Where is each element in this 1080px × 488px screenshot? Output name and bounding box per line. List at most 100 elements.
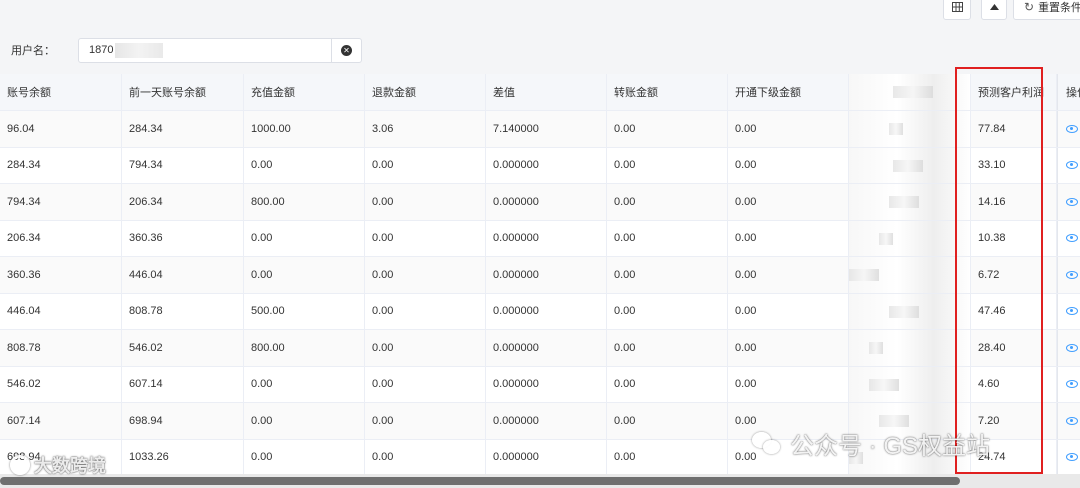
top-toolbar: ↻ 重置条件: [0, 0, 1080, 26]
table-cell: 546.02: [0, 366, 122, 402]
table-cell: 0.000000: [486, 293, 607, 329]
table-row: 546.02 607.14 0.00 0.00 0.000000 0.00 0.00 4.60: [0, 366, 1080, 403]
column-header[interactable]: 预测客户利润: [971, 74, 1057, 110]
table-cell: 0.00: [728, 366, 849, 402]
table-row: 808.78 546.02 800.00 0.00 0.000000 0.00 0.00 28…: [0, 330, 1080, 367]
table-header-row: 账号余额 前一天账号余额 充值金额 退款金额 差值 转账金额 开通下级金额 预测…: [0, 74, 1080, 111]
column-header[interactable]: 退款金额: [365, 74, 486, 110]
table-cell: 0.00: [607, 403, 728, 439]
view-eye-icon[interactable]: [1066, 453, 1078, 462]
row-actions: [1057, 147, 1080, 183]
caret-up-icon: [989, 4, 999, 10]
column-header[interactable]: 充值金额: [244, 74, 365, 110]
table-cell: 0.00: [244, 220, 365, 256]
username-label: 用户名：: [11, 45, 55, 57]
watermark-left-text: 大数跨境: [34, 456, 106, 476]
table-cell: 607.14: [122, 366, 244, 402]
view-eye-icon[interactable]: [1066, 380, 1078, 389]
grid-icon: [951, 2, 963, 12]
table-row: 206.34 360.36 0.00 0.00 0.000000 0.00 0.00 10.3…: [0, 220, 1080, 257]
table-cell: 206.34: [122, 184, 244, 220]
table-row: 96.04 284.34 1000.00 3.06 7.140000 0.00 0.00 77…: [0, 111, 1080, 148]
view-eye-icon[interactable]: [1066, 234, 1078, 243]
view-eye-icon[interactable]: [1066, 416, 1078, 425]
column-header-redacted: [849, 74, 971, 110]
redacted-blur: [893, 86, 933, 98]
table-cell: 0.00: [607, 111, 728, 147]
table-cell: 0.00: [365, 220, 486, 256]
reset-filters-button[interactable]: ↻ 重置条件: [1013, 0, 1080, 20]
table-cell: 698.94: [122, 403, 244, 439]
row-actions: [1057, 293, 1080, 329]
table-cell: 0.00: [607, 366, 728, 402]
column-header[interactable]: 转账金额: [607, 74, 728, 110]
redacted-blur: [889, 123, 903, 135]
table-cell: 7.140000: [486, 111, 607, 147]
table-cell: 0.00: [365, 147, 486, 183]
reset-filters-label: 重置条件: [1038, 2, 1080, 14]
table-cell: 14.16: [971, 184, 1057, 220]
column-header[interactable]: 前一天账号余额: [122, 74, 244, 110]
row-actions: [1057, 439, 1080, 475]
view-eye-icon[interactable]: [1066, 270, 1078, 279]
view-eye-icon[interactable]: [1066, 197, 1078, 206]
horizontal-scrollbar[interactable]: [0, 474, 1080, 488]
table-cell: 4.60: [971, 366, 1057, 402]
table-cell: 10.38: [971, 220, 1057, 256]
view-eye-icon[interactable]: [1066, 124, 1078, 133]
username-input-value: 1870: [89, 44, 114, 56]
redacted-blur: [869, 342, 883, 354]
table-cell: 0.00: [365, 184, 486, 220]
table-cell: 0.00: [728, 257, 849, 293]
table-cell: 0.000000: [486, 220, 607, 256]
table-cell: 206.34: [0, 220, 122, 256]
column-header[interactable]: 差值: [486, 74, 607, 110]
table-cell: 0.00: [607, 220, 728, 256]
table-row: 360.36 446.04 0.00 0.00 0.000000 0.00 0.00 6.72: [0, 257, 1080, 294]
table-cell: 0.00: [607, 293, 728, 329]
column-header[interactable]: 开通下级金额: [728, 74, 849, 110]
view-eye-icon[interactable]: [1066, 307, 1078, 316]
table-cell-redacted: [849, 257, 971, 293]
redacted-blur: [115, 43, 163, 58]
view-eye-icon[interactable]: [1066, 343, 1078, 352]
table-cell: 0.000000: [486, 147, 607, 183]
redacted-blur: [869, 378, 899, 391]
table-cell: 3.06: [365, 111, 486, 147]
table-cell-redacted: [849, 293, 971, 329]
table-cell: 0.00: [244, 439, 365, 475]
table-cell: 360.36: [0, 257, 122, 293]
scrollbar-thumb[interactable]: [0, 477, 960, 485]
admin-page: ↻ 重置条件 用户名： 1870 ✕ 账号余额 前一天账号余额 充值金额 退款金…: [0, 0, 1080, 488]
table-cell: 0.00: [607, 439, 728, 475]
table-cell: 808.78: [0, 330, 122, 366]
username-input[interactable]: 1870 ✕: [78, 38, 362, 63]
table-cell: 0.00: [365, 439, 486, 475]
table-cell: 0.00: [244, 403, 365, 439]
table-cell: 0.00: [728, 293, 849, 329]
row-actions: [1057, 184, 1080, 220]
view-eye-icon[interactable]: [1066, 161, 1078, 170]
table-cell: 0.00: [365, 257, 486, 293]
table-cell: 28.40: [971, 330, 1057, 366]
table-cell: 446.04: [0, 293, 122, 329]
grid-view-button[interactable]: [943, 0, 971, 20]
wechat-icon: [752, 431, 782, 456]
column-header[interactable]: 账号余额: [0, 74, 122, 110]
table-cell: 6.72: [971, 257, 1057, 293]
redacted-blur: [879, 232, 893, 245]
account-balance-table: 账号余额 前一天账号余额 充值金额 退款金额 差值 转账金额 开通下级金额 预测…: [0, 74, 1080, 476]
watermark-left: 大数跨境: [10, 452, 106, 478]
table-cell: 607.14: [0, 403, 122, 439]
table-cell: 0.00: [728, 330, 849, 366]
table-row: 446.04 808.78 500.00 0.00 0.000000 0.00 0.00 47…: [0, 293, 1080, 330]
table-cell-redacted: [849, 111, 971, 147]
table-cell: 1000.00: [244, 111, 365, 147]
collapse-search-button[interactable]: [981, 0, 1007, 20]
clear-icon[interactable]: ✕: [341, 45, 352, 56]
table-cell: 0.000000: [486, 403, 607, 439]
table-row: 284.34 794.34 0.00 0.00 0.000000 0.00 0.00 33.1…: [0, 147, 1080, 184]
table-cell: 0.00: [244, 366, 365, 402]
table-cell-redacted: [849, 366, 971, 402]
table-cell: 0.000000: [486, 184, 607, 220]
